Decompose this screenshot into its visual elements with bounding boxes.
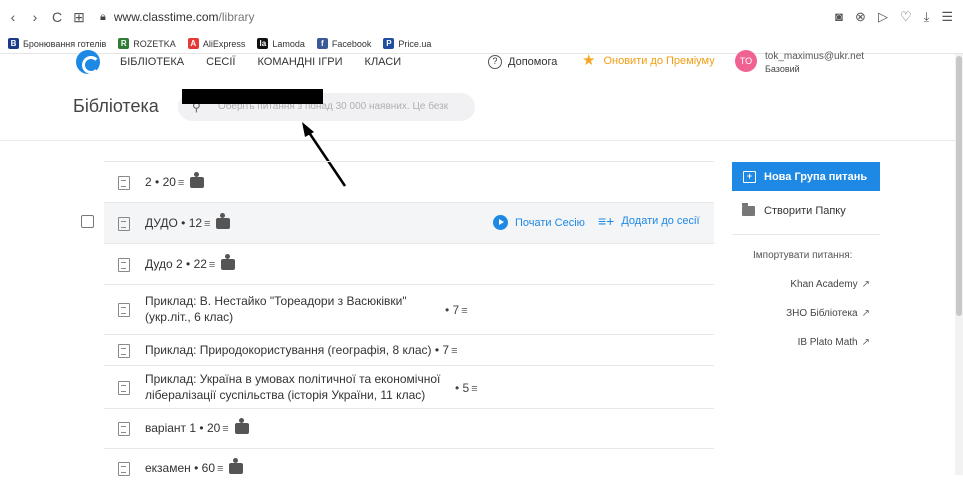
list-item-text: Дудо 2 • 22 ≡ bbox=[145, 254, 236, 273]
list-item-title: варіант 1 bbox=[145, 421, 197, 435]
folder-plus-icon bbox=[742, 203, 755, 216]
question-count-value: 60 bbox=[201, 461, 216, 475]
list-item-text: ДУДО • 12 ≡ bbox=[145, 213, 231, 232]
list-item[interactable]: Дудо 2 • 22 ≡ bbox=[104, 243, 714, 284]
lines-icon: ≡ bbox=[451, 345, 458, 357]
import-ib-plato-math[interactable]: IB Plato Math ↗ bbox=[722, 337, 870, 348]
list-item-title: лібералізації суспільства (історія Украї… bbox=[145, 388, 426, 402]
list-item[interactable]: 2 • 20 ≡ bbox=[104, 161, 714, 202]
document-icon bbox=[118, 217, 130, 231]
import-khan-academy[interactable]: Khan Academy ↗ bbox=[722, 279, 870, 290]
start-session-button[interactable]: Почати Сесію bbox=[493, 215, 585, 230]
create-folder-button[interactable]: Створити Папку bbox=[742, 203, 846, 217]
import-section: Імпортувати питання: Khan Academy ↗ ЗНО Б… bbox=[732, 234, 880, 348]
external-link-icon: ↗ bbox=[861, 337, 870, 348]
external-link-icon: ↗ bbox=[861, 279, 870, 290]
list-item-title: Приклад: Природокористування (географія,… bbox=[145, 343, 432, 357]
list-item-title: Приклад: Україна в умовах політичної та … bbox=[145, 372, 441, 386]
lines-icon: ≡ bbox=[177, 177, 185, 189]
list-item[interactable]: варіант 1 • 20 ≡ bbox=[104, 408, 714, 448]
reader-icon bbox=[221, 254, 236, 271]
list-item-text: Приклад: В. Нестайко "Тореадори з Васюкі… bbox=[145, 293, 468, 325]
list-item[interactable]: Приклад: Природокористування (географія,… bbox=[104, 334, 714, 365]
question-count-value: 12 bbox=[188, 216, 203, 230]
list-item-text: 2 • 20 ≡ bbox=[145, 172, 205, 191]
list-item-title: Приклад: В. Нестайко "Тореадори з Васюкі… bbox=[145, 294, 407, 308]
import-heading: Імпортувати питання: bbox=[753, 250, 853, 261]
scrollbar-thumb[interactable] bbox=[956, 56, 962, 316]
list-item-title: ДУДО bbox=[145, 216, 178, 230]
new-question-group-button[interactable]: + Нова Група питань bbox=[732, 162, 880, 191]
reader-icon bbox=[229, 458, 244, 475]
lines-icon: ≡ bbox=[217, 463, 224, 475]
reader-icon bbox=[234, 418, 249, 435]
add-to-session-label: Додати до сесії bbox=[621, 215, 700, 227]
question-count-value: 20 bbox=[162, 175, 176, 189]
list-item-text: Приклад: Природокористування (географія,… bbox=[145, 343, 458, 357]
document-icon bbox=[118, 462, 130, 476]
import-label: IB Plato Math bbox=[797, 337, 858, 348]
lines-icon: ≡ bbox=[204, 218, 211, 230]
lines-icon: ≡ bbox=[471, 383, 478, 395]
document-icon bbox=[118, 422, 130, 436]
question-count-value: 22 bbox=[193, 257, 207, 271]
list-item-text: екзамен • 60 ≡ bbox=[145, 458, 244, 477]
lines-icon: ≡ bbox=[222, 423, 229, 435]
question-count-value: 20 bbox=[206, 421, 221, 435]
list-item-title: (укр.літ., 6 клас) bbox=[145, 310, 234, 324]
list-item[interactable]: Приклад: В. Нестайко "Тореадори з Васюкі… bbox=[104, 284, 714, 334]
list-item[interactable]: екзамен • 60 ≡ bbox=[104, 448, 714, 488]
row-checkbox[interactable] bbox=[81, 215, 94, 228]
list-item[interactable]: ДУДО • 12 ≡ Почати Сесію ≡+ Додати до сесії bbox=[104, 202, 714, 243]
create-folder-label: Створити Папку bbox=[764, 205, 846, 217]
add-list-icon: ≡+ bbox=[598, 213, 615, 229]
document-icon bbox=[118, 258, 130, 272]
import-zno-library[interactable]: ЗНО Бібліотека ↗ bbox=[722, 308, 870, 319]
list-item-title: Дудо 2 bbox=[145, 257, 183, 271]
play-icon bbox=[493, 215, 508, 230]
list-item-title: 2 bbox=[145, 175, 152, 189]
library-list: 2 • 20 ≡ ДУДО • 12 ≡ Почати Сесію ≡+ Додати до… bbox=[104, 161, 714, 488]
document-icon bbox=[118, 176, 130, 190]
import-label: Khan Academy bbox=[790, 279, 858, 290]
list-item-text: варіант 1 • 20 ≡ bbox=[145, 418, 249, 437]
document-icon bbox=[118, 303, 130, 317]
list-item-title: екзамен bbox=[145, 461, 191, 475]
import-label: ЗНО Бібліотека bbox=[786, 308, 858, 319]
add-group-icon: + bbox=[743, 170, 756, 183]
reader-icon bbox=[216, 213, 231, 230]
external-link-icon: ↗ bbox=[861, 308, 870, 319]
lines-icon: ≡ bbox=[461, 305, 468, 317]
document-icon bbox=[118, 344, 130, 358]
add-to-session-button[interactable]: ≡+ Додати до сесії bbox=[598, 213, 700, 229]
start-session-label: Почати Сесію bbox=[515, 216, 585, 229]
question-count: • 7 ≡ bbox=[445, 303, 468, 317]
question-count: • 5 ≡ bbox=[455, 381, 478, 395]
list-item[interactable]: Приклад: Україна в умовах політичної та … bbox=[104, 365, 714, 408]
question-count-value: 7 bbox=[452, 303, 460, 317]
new-group-label: Нова Група питань bbox=[764, 170, 868, 183]
question-count-value: 7 bbox=[442, 343, 450, 357]
lines-icon: ≡ bbox=[208, 259, 216, 271]
list-item-text: Приклад: Україна в умовах політичної та … bbox=[145, 371, 478, 403]
question-count-value: 5 bbox=[462, 381, 470, 395]
reader-icon bbox=[190, 172, 205, 189]
document-icon bbox=[118, 381, 130, 395]
